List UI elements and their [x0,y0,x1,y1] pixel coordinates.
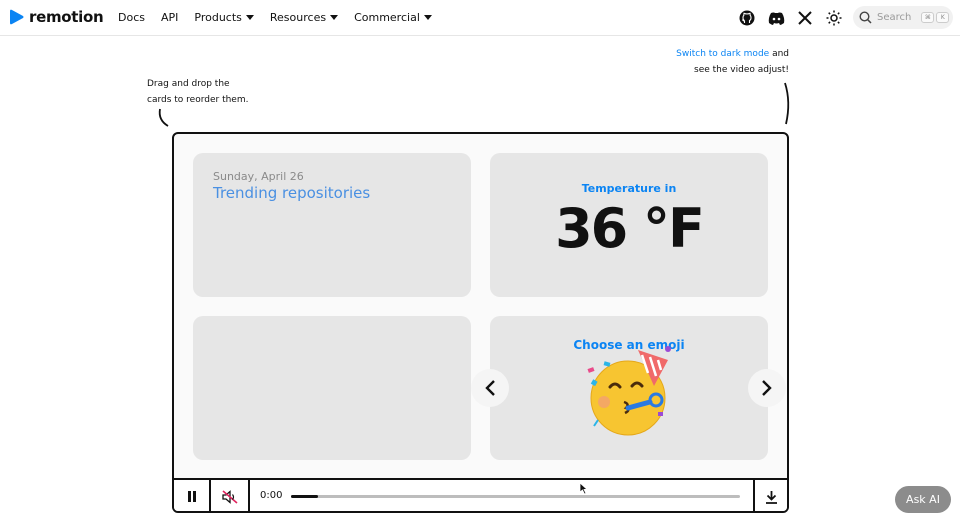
search-placeholder: Search [877,12,912,23]
github-icon[interactable] [738,9,756,27]
player-controls: 0:00 [174,478,787,511]
dark-mode-link[interactable]: Switch to dark mode [676,49,769,59]
nav-link-label: Commercial [354,11,420,24]
hint-curve [784,82,790,125]
pause-button[interactable] [174,480,211,511]
nav-link-label: API [160,11,179,24]
search-shortcut: ⌘ K [921,12,950,23]
emoji-card[interactable]: Choose an emoji [471,316,786,460]
nav-link-api[interactable]: API [161,11,178,24]
progress-fill [291,495,318,498]
mute-button[interactable] [211,480,250,511]
nav-link-label: Products [194,11,242,24]
nav-icons [738,9,843,27]
dark-mode-hint: Switch to dark mode and see the video ad… [640,46,789,78]
trending-card[interactable]: Sunday, April 26 Trending repositories [193,153,471,297]
search-icon [859,11,872,24]
chevron-down-icon [330,15,339,20]
drag-hint-line: Drag and drop the [147,79,230,89]
empty-card[interactable] [193,316,471,460]
chevron-right-icon [762,380,772,396]
nav-link-products[interactable]: Products [194,11,254,24]
card-date: Sunday, April 26 [213,170,304,183]
temperature-value: 36 °F [555,197,705,260]
progress-bar[interactable] [291,495,740,498]
nav-link-resources[interactable]: Resources [269,11,339,24]
drag-hint-line: cards to reorder them. [147,95,249,105]
current-time: 0:00 [260,490,283,501]
chevron-left-icon [485,380,495,396]
nav-link-label: Resources [269,11,327,24]
theme-toggle-icon[interactable] [825,9,843,27]
download-button[interactable] [753,480,787,511]
pause-icon [187,491,196,502]
logo[interactable]: remotion [10,8,104,26]
mouse-cursor-icon [579,482,588,495]
chevron-down-icon [423,15,432,20]
search-input[interactable]: Search ⌘ K [853,6,953,29]
dark-mode-hint-line: see the video adjust! [694,65,789,75]
discord-icon[interactable] [767,9,785,27]
nav-link-docs[interactable]: Docs [118,11,145,24]
hint-curve [158,108,169,127]
previous-emoji-button[interactable] [471,369,509,407]
drag-hint: Drag and drop the cards to reorder them. [147,76,248,108]
temperature-card[interactable]: Temperature in 36 °F [490,153,768,297]
video-player: Sunday, April 26 Trending repositories T… [172,132,789,513]
card-title: Trending repositories [213,184,371,202]
top-nav: remotion Docs API Products Resources Commerc… [0,0,960,36]
nav-link-commercial[interactable]: Commercial [354,11,432,24]
temperature-label: Temperature in [581,182,677,195]
chevron-down-icon [245,15,254,20]
download-icon [765,490,777,504]
nav-link-label: Docs [118,11,145,24]
kbd-key: ⌘ [921,12,935,23]
kbd-key: K [936,12,950,23]
brand-name: remotion [29,8,104,26]
next-emoji-button[interactable] [748,369,786,407]
dark-mode-hint-text: and [769,49,789,59]
muted-speaker-icon [221,489,238,504]
ask-ai-button[interactable]: Ask AI [895,486,951,513]
partying-face-emoji-icon [587,346,671,436]
x-icon[interactable] [796,9,814,27]
nav-links: Docs API Products Resources Commercial [118,11,432,24]
remotion-logo-icon [10,9,24,25]
